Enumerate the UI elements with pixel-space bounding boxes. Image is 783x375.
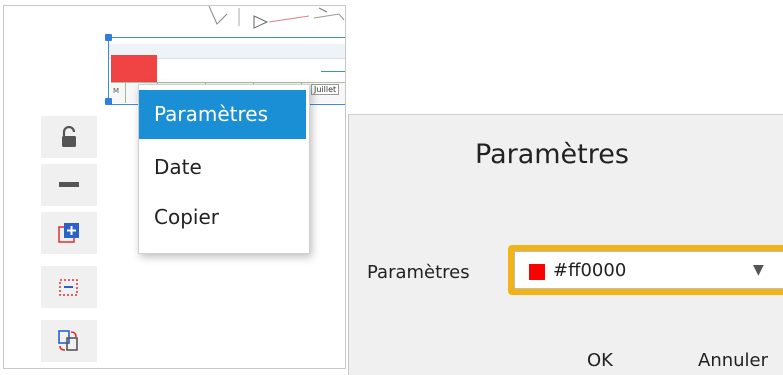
menu-item-parametres[interactable]: Paramètres [139,90,306,139]
menu-item-date[interactable]: Date [139,143,306,192]
add-block-button[interactable] [41,212,97,254]
ok-button[interactable]: OK [587,350,613,371]
timeline-cell-label: M [113,87,120,95]
remove-block-icon [59,279,78,296]
minus-icon [59,182,79,187]
copy-swap-button[interactable] [41,320,97,362]
remove-block-button[interactable] [41,266,97,308]
color-swatch [529,264,545,280]
context-menu: Paramètres Date Copier [138,84,310,254]
selection-handle-top-left[interactable] [105,34,112,41]
lock-icon [62,126,76,147]
lock-button[interactable] [41,116,97,158]
timeline-month-label: Juillet [311,84,340,95]
background-sketch [208,6,345,29]
color-select[interactable]: #ff0000 ▼ [514,251,783,289]
timeline-cell: M [111,83,126,103]
cancel-button[interactable]: Annuler [698,350,768,371]
copy-swap-icon [58,330,78,351]
timeline-selected-bar[interactable] [111,55,157,82]
color-select-value: #ff0000 [553,260,627,281]
menu-item-copier[interactable]: Copier [139,193,306,242]
remove-button[interactable] [41,164,97,206]
selection-handle-bottom-left[interactable] [105,98,112,105]
timeline-guide-line [321,71,345,72]
add-block-icon [58,223,79,243]
color-select-focus-ring: #ff0000 ▼ [508,245,783,295]
parameters-dialog: Paramètres Paramètres #ff0000 ▼ OK Annul… [348,114,783,375]
field-label: Paramètres [367,262,470,283]
chevron-down-icon[interactable]: ▼ [753,262,764,278]
dialog-title: Paramètres [475,139,629,170]
